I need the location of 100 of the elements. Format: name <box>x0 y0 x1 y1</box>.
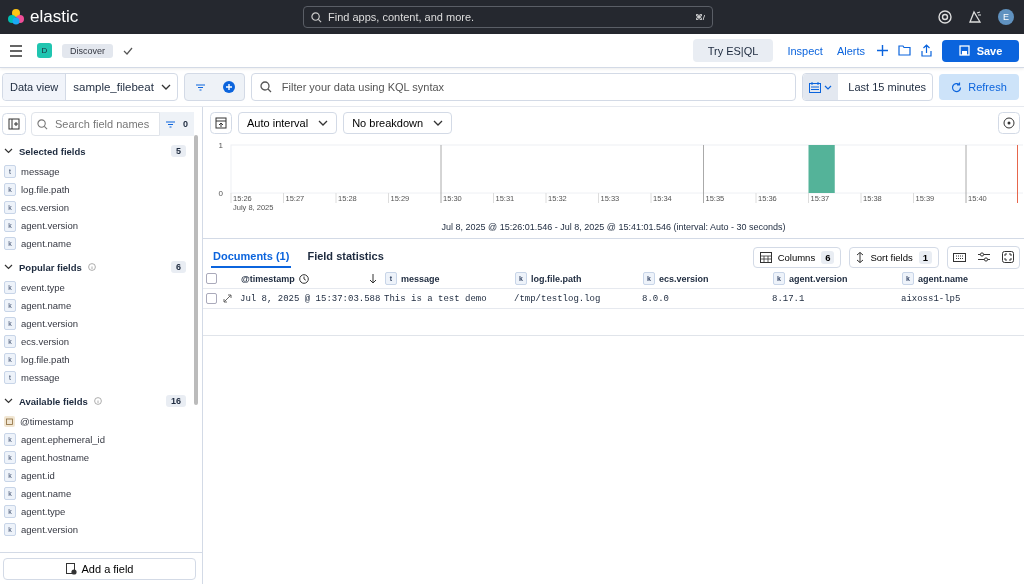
table-cell-text: /tmp/testlog.log <box>514 293 602 304</box>
table-cell-text: This is a test demo <box>384 293 488 304</box>
field-name[interactable]: log.file.path <box>21 183 70 195</box>
chart-options-icon[interactable] <box>998 112 1020 134</box>
date-quick-menu[interactable] <box>803 74 839 100</box>
refresh-icon <box>951 81 963 93</box>
table-cell-text: 8.17.1 <box>772 293 806 304</box>
table-cell-text: Jul 8, 2025 @ 15:37:03.588 <box>240 293 382 304</box>
field-name[interactable]: agent.ephemeral_id <box>21 433 105 445</box>
try-esql-button[interactable]: Try ES|QL <box>692 39 774 62</box>
field-search-bar[interactable]: Search field names <box>31 112 160 136</box>
help-icon[interactable] <box>938 10 952 24</box>
field-name[interactable]: agent.name <box>21 487 72 499</box>
axis-label: 0 <box>218 189 223 198</box>
column-header[interactable]: message <box>401 273 440 284</box>
query-bar[interactable]: Filter your data using KQL syntax <box>250 73 797 101</box>
chevron-down-icon[interactable] <box>4 148 13 154</box>
sort-fields-button[interactable]: Sort fields 1 <box>849 246 939 268</box>
add-field-button[interactable]: Add a field <box>3 558 196 580</box>
folder-icon[interactable] <box>898 45 911 56</box>
field-name[interactable]: message <box>21 371 60 383</box>
global-search-field[interactable]: Find apps, content, and more. <box>326 10 691 24</box>
column-header[interactable]: agent.name <box>918 273 968 284</box>
field-name[interactable]: agent.name <box>21 299 72 311</box>
plus-icon[interactable] <box>877 45 888 56</box>
count-badge: 6 <box>171 261 186 273</box>
sort-arrow-icon[interactable] <box>369 273 377 284</box>
expand-icon[interactable] <box>223 294 232 303</box>
chevron-down-icon[interactable] <box>4 264 13 270</box>
info-icon <box>93 397 102 405</box>
brand-name: elastic <box>30 7 79 27</box>
filter-icon[interactable] <box>166 120 175 128</box>
field-name[interactable]: event.type <box>21 281 65 293</box>
info-icon <box>87 263 96 271</box>
data-view-name[interactable]: sample_filebeat <box>73 81 154 93</box>
table-icon <box>759 251 772 263</box>
display-settings-icon[interactable] <box>978 252 990 262</box>
count-badge: 5 <box>171 145 186 157</box>
field-name[interactable]: log.file.path <box>21 353 70 365</box>
chevron-down-icon[interactable] <box>4 398 13 404</box>
refresh-button[interactable]: Refresh <box>939 74 1019 100</box>
field-name[interactable]: ecs.version <box>21 201 70 213</box>
chart-caption: Jul 8, 2025 @ 15:26:01.546 - Jul 8, 2025 @ 15:41:01.546 (interval: Auto - 30 seconds) <box>440 222 787 232</box>
breadcrumb[interactable]: Discover <box>62 43 113 58</box>
field-name[interactable]: agent.name <box>21 237 72 249</box>
clock-icon <box>298 273 309 284</box>
keyboard-icon[interactable] <box>953 252 966 262</box>
chevron-down-icon <box>824 84 833 90</box>
menu-icon[interactable] <box>9 44 23 57</box>
filter-icon[interactable] <box>195 83 205 91</box>
column-header[interactable]: ecs.version <box>659 273 709 284</box>
search-icon <box>311 11 322 23</box>
table-cell-text: aixoss1-lp5 <box>901 293 962 304</box>
save-button[interactable]: Save <box>942 39 1019 62</box>
search-icon <box>259 81 272 93</box>
field-name[interactable]: agent.version <box>21 523 79 535</box>
action-link[interactable]: Inspect <box>785 44 825 57</box>
field-name[interactable]: agent.version <box>21 317 79 329</box>
global-search-bar[interactable]: Find apps, content, and more. ⌘/ <box>303 6 713 28</box>
space-avatar[interactable]: D <box>37 43 52 58</box>
column-header[interactable]: agent.version <box>789 273 848 284</box>
field-name[interactable]: agent.hostname <box>21 451 90 463</box>
field-name[interactable]: message <box>21 165 60 177</box>
action-link[interactable]: Alerts <box>834 44 867 57</box>
column-header[interactable]: log.file.path <box>531 273 582 284</box>
chevron-down-icon <box>433 120 444 126</box>
field-name[interactable]: agent.type <box>21 505 66 517</box>
search-icon <box>37 118 48 130</box>
fullscreen-icon[interactable] <box>1002 251 1014 263</box>
save-icon <box>958 45 970 56</box>
filter-count: 0 <box>183 119 188 129</box>
interval-dropdown[interactable]: Auto interval <box>238 112 338 134</box>
cluster-logo-icon <box>7 8 25 26</box>
field-name[interactable]: agent.version <box>21 219 79 231</box>
section-title[interactable]: Available fields <box>19 395 88 407</box>
columns-button[interactable]: Columns 6 <box>752 246 842 268</box>
select-all-checkbox[interactable] <box>206 273 217 284</box>
row-checkbox[interactable] <box>206 293 217 304</box>
column-header[interactable]: @timestamp <box>241 273 295 284</box>
section-title[interactable]: Popular fields <box>19 261 82 273</box>
shortcut-hint: ⌘/ <box>694 12 705 22</box>
breakdown-dropdown[interactable]: No breakdown <box>343 112 453 134</box>
data-view-label: Data view <box>3 74 67 100</box>
time-marker <box>1017 145 1018 203</box>
panel-toggle-icon[interactable] <box>2 113 26 135</box>
field-name[interactable]: agent.id <box>21 469 55 481</box>
add-filter-icon[interactable] <box>222 81 235 93</box>
section-title[interactable]: Selected fields <box>19 145 86 157</box>
chevron-down-icon <box>160 84 171 90</box>
axis-label: 1 <box>218 141 223 150</box>
field-search-field[interactable]: Search field names <box>53 117 154 131</box>
data-view-picker[interactable]: Data view sample_filebeat <box>2 73 178 101</box>
share-icon[interactable] <box>921 44 932 57</box>
document-icon <box>65 563 77 575</box>
field-name[interactable]: @timestamp <box>20 415 74 427</box>
field-name[interactable]: ecs.version <box>21 335 70 347</box>
tab[interactable]: Field statistics <box>305 246 386 268</box>
sort-icon <box>856 251 865 263</box>
tab[interactable]: Documents (1) <box>211 246 292 268</box>
query-field[interactable]: Filter your data using KQL syntax <box>279 80 788 94</box>
